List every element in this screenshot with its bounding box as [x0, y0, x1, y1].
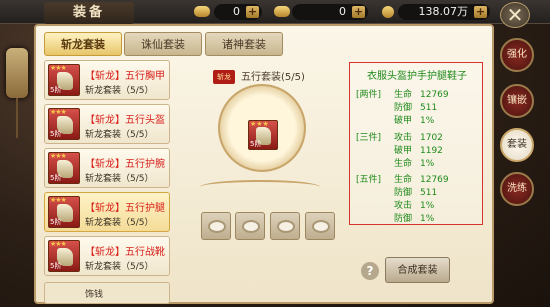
- add-gold-ingot-button[interactable]: +: [246, 6, 259, 18]
- stat-value: 12769: [420, 175, 449, 185]
- stat-label: 防御: [394, 103, 413, 113]
- stat-value: 1702: [420, 133, 443, 143]
- item-set-progress: 斩龙套装（5/5）: [85, 218, 154, 228]
- side-tab-set[interactable]: 套装: [500, 128, 534, 162]
- gold-ingot-value: 0: [233, 5, 240, 18]
- combine-set-button[interactable]: 合成套装: [385, 257, 450, 283]
- list-item-selected[interactable]: ★★★ 5阶 【斩龙】五行护腿 斩龙套装（5/5）: [44, 192, 170, 232]
- item-name: 【斩龙】五行头盔: [85, 115, 165, 126]
- item-set-progress: 斩龙套装（5/5）: [85, 130, 154, 140]
- side-tab-inlay[interactable]: 镶嵌: [500, 84, 534, 118]
- silver-ingot-icon: [274, 6, 290, 17]
- tab-zhanlong-set[interactable]: 斩龙套装: [44, 32, 122, 56]
- leg-armor-icon[interactable]: ★★★ 5阶: [248, 120, 278, 150]
- stat-label: 防御: [394, 188, 413, 198]
- stat-value: 1%: [420, 116, 435, 126]
- item-set-progress: 斩龙套装（5/5）: [85, 262, 154, 272]
- empty-slot[interactable]: [235, 212, 265, 240]
- equipment-list: ★★★ 5阶 【斩龙】五行胸甲 斩龙套装（5/5） ★★★ 5阶 【斩龙】五行头盔 …: [44, 60, 174, 304]
- stat-label: 防御: [394, 214, 413, 224]
- leg-armor-icon: ★★★ 5阶: [48, 196, 80, 228]
- set-attributes-box: 衣服头盔护手护腿鞋子 [两件] 生命 12769 防御 511 破甲 1% [三…: [349, 62, 483, 225]
- set-title: 斩龙 五行套装(5/5): [213, 68, 305, 84]
- coin-icon: [382, 6, 394, 18]
- item-name: 【斩龙】五行战靴: [85, 247, 165, 258]
- group-tag: [两件]: [356, 90, 382, 100]
- item-name: 饰钱: [85, 290, 104, 300]
- stat-value: 511: [420, 188, 438, 198]
- close-button[interactable]: ✕: [500, 2, 530, 28]
- stat-label: 攻击: [394, 133, 413, 143]
- gold-ingot-counter: 0 +: [214, 4, 262, 20]
- top-bar: 装备 0 + 0 + 138.07万 +: [0, 0, 550, 24]
- item-name: 【斩龙】五行护腿: [85, 203, 165, 214]
- stat-label: 生命: [394, 90, 413, 100]
- stat-label: 攻击: [394, 201, 413, 211]
- list-item[interactable]: ★★★ 5阶 【斩龙】五行战靴 斩龙套装（5/5）: [44, 236, 170, 276]
- side-tab-enhance[interactable]: 强化: [500, 38, 534, 72]
- stat-label: 破甲: [394, 116, 413, 126]
- set-badge: 斩龙: [213, 70, 235, 84]
- tab-zhuxian-set[interactable]: 诛仙套装: [124, 32, 202, 56]
- stat-value: 511: [420, 103, 438, 113]
- add-silver-ingot-button[interactable]: +: [352, 6, 365, 18]
- item-set-progress: 斩龙套装（5/5）: [85, 86, 154, 96]
- item-set-progress: 斩龙套装（5/5）: [85, 174, 154, 184]
- attributes-heading: 衣服头盔护手护腿鞋子: [367, 71, 467, 82]
- silver-ingot-value: 0: [339, 5, 346, 18]
- list-item[interactable]: ★★★ 5阶 【斩龙】五行头盔 斩龙套装（5/5）: [44, 104, 170, 144]
- item-name: 【斩龙】五行胸甲: [85, 71, 165, 82]
- stat-value: 12769: [420, 90, 449, 100]
- help-button[interactable]: ?: [361, 262, 379, 280]
- helmet-icon: ★★★ 5阶: [48, 108, 80, 140]
- chest-armor-icon: ★★★ 5阶: [48, 64, 80, 96]
- group-tag: [三件]: [356, 133, 382, 143]
- side-tab-refine[interactable]: 洗练: [500, 172, 534, 206]
- stat-label: 生命: [394, 175, 413, 185]
- stat-value: 1%: [420, 214, 435, 224]
- stat-label: 生命: [394, 159, 413, 169]
- list-item[interactable]: ★★★ 5阶 【斩龙】五行护腕 斩龙套装（5/5）: [44, 148, 170, 188]
- group-tag: [五件]: [356, 175, 382, 185]
- empty-slot[interactable]: [270, 212, 300, 240]
- add-coin-button[interactable]: +: [474, 6, 487, 18]
- set-title-text: 五行套装(5/5): [241, 72, 305, 83]
- tab-zhushen-set[interactable]: 诸神套装: [205, 32, 283, 56]
- lantern-decoration: [6, 48, 28, 138]
- list-item[interactable]: ★★★ 5阶 【斩龙】五行胸甲 斩龙套装（5/5）: [44, 60, 170, 100]
- empty-slot[interactable]: [305, 212, 335, 240]
- item-name: 【斩龙】五行护腕: [85, 159, 165, 170]
- gold-ingot-icon: [194, 6, 210, 17]
- stat-label: 破甲: [394, 146, 413, 156]
- empty-slot[interactable]: [201, 212, 231, 240]
- silver-ingot-counter: 0 +: [292, 4, 368, 20]
- close-icon: ✕: [506, 3, 524, 27]
- boots-icon: ★★★ 5阶: [48, 240, 80, 272]
- page-title: 装备: [44, 2, 134, 24]
- stat-value: 1%: [420, 159, 435, 169]
- list-item-partial[interactable]: 饰钱: [44, 282, 170, 304]
- stat-value: 1192: [420, 146, 443, 156]
- bracer-icon: ★★★ 5阶: [48, 152, 80, 184]
- coin-counter: 138.07万 +: [398, 4, 490, 20]
- ornament-decoration: [200, 180, 320, 194]
- stat-value: 1%: [420, 201, 435, 211]
- coin-value: 138.07万: [418, 5, 469, 18]
